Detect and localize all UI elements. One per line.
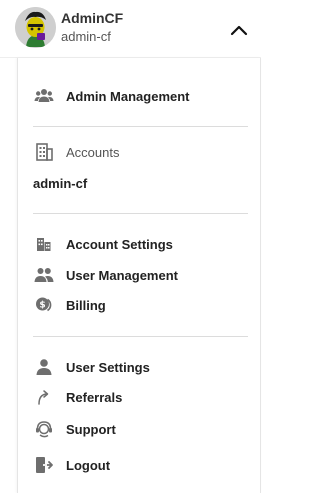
account-name: admin-cf <box>61 29 111 44</box>
user-header[interactable]: AdminCF admin-cf <box>0 0 261 58</box>
users-group-icon <box>34 89 54 102</box>
buildings-icon <box>37 238 51 251</box>
menu-item-billing[interactable]: $ Billing <box>34 293 254 317</box>
avatar <box>15 7 56 48</box>
menu-item-label: Admin Management <box>66 88 190 104</box>
accounts-heading-label: Accounts <box>66 144 120 160</box>
menu-item-support[interactable]: Support <box>34 417 254 441</box>
menu-item-logout[interactable]: Logout <box>34 453 254 477</box>
account-option-admin-cf[interactable]: admin-cf <box>33 176 87 191</box>
menu-item-referrals[interactable]: Referrals <box>34 385 254 409</box>
avatar-image <box>15 7 56 48</box>
menu-item-user-management[interactable]: User Management <box>34 263 254 287</box>
menu-item-admin-management[interactable]: Admin Management <box>34 84 254 108</box>
building-icon <box>36 143 53 161</box>
people-icon <box>34 268 54 282</box>
menu-item-account-settings[interactable]: Account Settings <box>34 232 254 256</box>
menu-item-label: User Management <box>66 267 178 283</box>
logout-icon <box>36 457 53 473</box>
coins-icon: $ <box>36 297 52 312</box>
menu-item-label: Referrals <box>66 389 123 405</box>
accounts-heading: Accounts <box>34 140 254 164</box>
divider <box>33 336 248 337</box>
menu-item-label: Logout <box>66 457 111 473</box>
person-icon <box>36 359 52 375</box>
svg-text:$: $ <box>39 300 45 310</box>
menu-item-label: Account Settings <box>66 236 173 252</box>
menu-item-label: Billing <box>66 297 106 313</box>
menu-item-label: Support <box>66 421 116 437</box>
headset-icon <box>36 421 52 438</box>
chevron-up-icon[interactable] <box>228 19 250 41</box>
share-arrow-icon <box>38 390 49 405</box>
menu-item-label: User Settings <box>66 359 150 375</box>
user-name: AdminCF <box>61 10 124 26</box>
menu-item-user-settings[interactable]: User Settings <box>34 355 254 379</box>
divider <box>33 213 248 214</box>
divider <box>33 126 248 127</box>
